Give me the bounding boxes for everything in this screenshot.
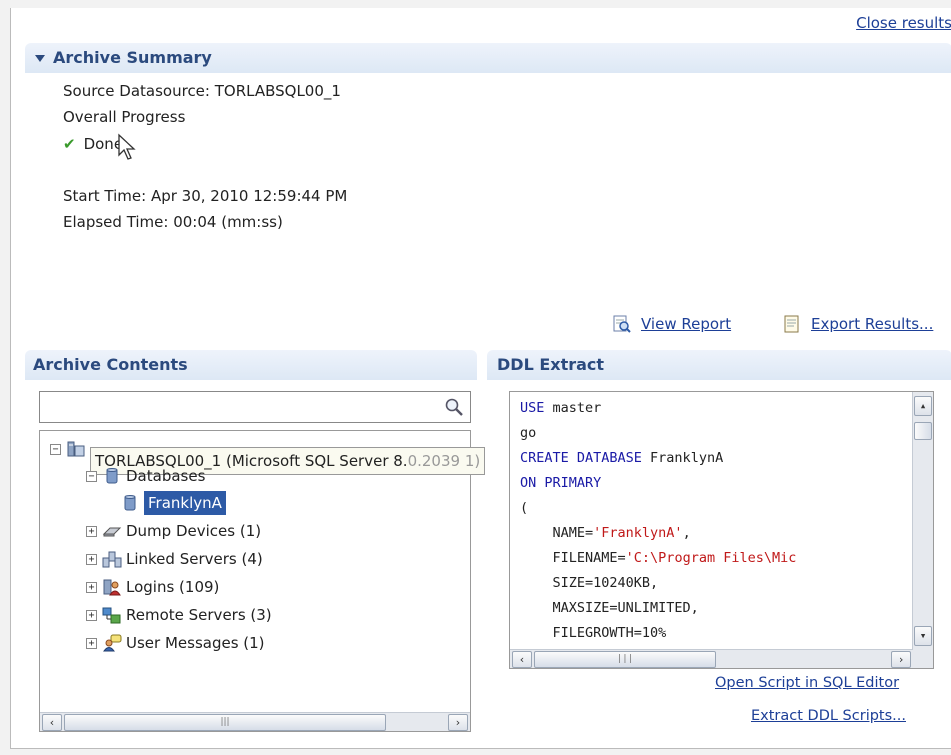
scroll-right-button[interactable]: ›: [891, 651, 911, 668]
ddl-code-view[interactable]: USE master go CREATE DATABASE FranklynA ON …: [509, 391, 934, 669]
export-document-icon: [784, 315, 799, 333]
tree-node-remote-servers[interactable]: + Remote Servers (3): [86, 603, 272, 627]
tree-node-logins[interactable]: + Logins (109): [86, 575, 219, 599]
ddl-horizontal-scrollbar[interactable]: ‹ ||| ›: [510, 649, 913, 668]
archive-summary-title: Archive Summary: [53, 48, 212, 67]
ddl-extract-header: DDL Extract: [487, 350, 951, 380]
database-icon: [124, 495, 136, 511]
database-folder-icon: [106, 468, 118, 484]
code-text: FILENAME=: [520, 550, 626, 566]
export-results-link[interactable]: Export Results...: [811, 315, 933, 333]
scroll-corner: [913, 650, 933, 668]
logins-label: Logins (109): [126, 578, 220, 596]
code-line: go: [520, 425, 536, 441]
linked-servers-icon: [102, 551, 122, 568]
server-label-faded: 0.2039 1): [407, 452, 481, 470]
view-report-link[interactable]: View Report: [641, 315, 731, 333]
scroll-up-button[interactable]: ▴: [914, 396, 932, 416]
code-text: MAXSIZE=UNLIMITED,: [520, 600, 699, 616]
search-input[interactable]: [44, 393, 438, 421]
checkmark-icon: ✔: [63, 135, 76, 153]
code-line: FILEGROWTH=10%: [520, 625, 667, 641]
code-line: NAME='FranklynA',: [520, 525, 691, 541]
expand-toggle-icon[interactable]: +: [86, 581, 97, 593]
collapse-toggle-icon[interactable]: −: [86, 470, 97, 482]
expand-toggle-icon[interactable]: +: [86, 525, 97, 537]
tree-node-linked-servers[interactable]: + Linked Servers (4): [86, 547, 263, 571]
open-script-link[interactable]: Open Script in SQL Editor: [715, 675, 899, 691]
status-done: ✔ Done: [63, 135, 123, 153]
tree-node-dump-devices[interactable]: + Dump Devices (1): [86, 519, 261, 543]
dump-device-icon: [102, 527, 122, 537]
scroll-thumb[interactable]: [914, 422, 932, 440]
code-text: FranklynA: [641, 450, 724, 466]
collapse-triangle-icon[interactable]: [35, 55, 45, 62]
code-keyword: ON PRIMARY: [520, 475, 602, 491]
tree-node-databases[interactable]: − Databases: [86, 464, 205, 488]
tree-node-user-messages[interactable]: + User Messages (1): [86, 631, 265, 655]
code-line: CREATE DATABASE FranklynA: [520, 450, 723, 466]
server-icon: [67, 441, 85, 457]
scroll-left-button[interactable]: ‹: [42, 714, 62, 731]
scroll-right-button[interactable]: ›: [448, 714, 468, 731]
ddl-vertical-scrollbar[interactable]: ▴ ▾: [912, 392, 933, 650]
search-icon[interactable]: [444, 397, 464, 417]
search-box[interactable]: [39, 391, 471, 423]
code-text: NAME=: [520, 525, 594, 541]
scroll-down-button[interactable]: ▾: [914, 626, 932, 646]
code-string: 'FranklynA': [593, 525, 683, 541]
code-line: USE master: [520, 400, 601, 416]
report-magnifier-icon: [613, 315, 631, 333]
source-datasource-text: Source Datasource: TORLABSQL00_1: [63, 82, 341, 100]
ddl-extract-title: DDL Extract: [497, 355, 605, 374]
scroll-thumb[interactable]: |||: [64, 714, 386, 731]
code-line: MAXSIZE=UNLIMITED,: [520, 600, 699, 616]
remote-servers-label: Remote Servers (3): [126, 606, 272, 624]
scroll-left-button[interactable]: ‹: [512, 651, 532, 668]
code-text: ,: [682, 525, 691, 541]
tree-node-server[interactable]: − TORLABSQL00_1 (Microsoft SQL Server 8.…: [50, 437, 486, 475]
code-line: (: [520, 500, 528, 516]
user-messages-icon: [103, 634, 122, 652]
dump-devices-label: Dump Devices (1): [126, 522, 262, 540]
code-text: FILEGROWTH=10%: [520, 625, 667, 641]
elapsed-time-text: Elapsed Time: 00:04 (mm:ss): [63, 213, 283, 231]
export-results-action[interactable]: Export Results...: [783, 315, 933, 333]
collapse-toggle-icon[interactable]: −: [50, 443, 61, 455]
code-string: 'C:\Program Files\Mic: [625, 550, 797, 566]
tree-node-franklyna[interactable]: FranklynA: [120, 491, 226, 515]
expand-toggle-icon[interactable]: +: [86, 609, 97, 621]
code-line: FILENAME='C:\Program Files\Mic: [520, 550, 797, 566]
code-line: ON PRIMARY: [520, 475, 601, 491]
user-messages-label: User Messages (1): [126, 634, 265, 652]
databases-label: Databases: [126, 467, 206, 485]
code-line: SIZE=10240KB,: [520, 575, 659, 591]
code-text: master: [544, 400, 602, 416]
extract-ddl-scripts-link[interactable]: Extract DDL Scripts...: [751, 708, 906, 724]
franklyna-label[interactable]: FranklynA: [144, 491, 226, 515]
close-results-link[interactable]: Close results: [856, 14, 951, 32]
code-text: SIZE=10240KB,: [520, 575, 659, 591]
scroll-thumb[interactable]: |||: [534, 651, 716, 668]
archive-contents-title: Archive Contents: [33, 355, 188, 374]
linked-servers-label: Linked Servers (4): [126, 550, 263, 568]
archive-results-view: Close results Archive Summary Source Dat…: [10, 8, 951, 749]
code-keyword: CREATE DATABASE: [520, 450, 642, 466]
archive-tree[interactable]: − TORLABSQL00_1 (Microsoft SQL Server 8.…: [39, 430, 486, 732]
code-text: go: [520, 425, 537, 441]
code-keyword: USE: [520, 400, 545, 416]
overall-progress-label: Overall Progress: [63, 108, 186, 126]
expand-toggle-icon[interactable]: +: [86, 637, 97, 649]
start-time-text: Start Time: Apr 30, 2010 12:59:44 PM: [63, 187, 348, 205]
logins-icon: [103, 579, 121, 596]
mouse-cursor-icon: [118, 133, 136, 160]
tree-horizontal-scrollbar[interactable]: ‹ ||| ›: [40, 712, 470, 731]
code-text: (: [520, 500, 529, 516]
archive-summary-header[interactable]: Archive Summary: [25, 43, 951, 73]
view-report-action[interactable]: View Report: [613, 315, 731, 333]
expand-toggle-icon[interactable]: +: [86, 553, 97, 565]
archive-contents-header: Archive Contents: [25, 350, 477, 380]
remote-servers-icon: [102, 607, 121, 624]
